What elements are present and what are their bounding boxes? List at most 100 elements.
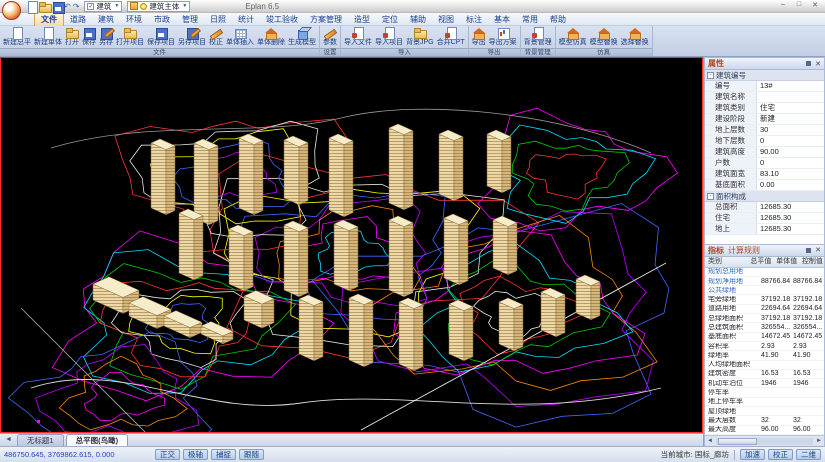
menu-tab-view[interactable]: 视图 [432, 13, 460, 26]
chevron-down-icon[interactable]: ▼ [114, 3, 119, 9]
merge-cpt-button[interactable]: 合并CPT [436, 27, 466, 46]
property-value[interactable]: 12685.30 [757, 213, 824, 223]
property-value[interactable]: 新建 [757, 114, 824, 124]
property-value[interactable]: 0 [757, 136, 824, 146]
layer-combo[interactable]: ✓ 建筑 ▼ [84, 1, 122, 12]
indicator-row[interactable]: 基底面积14672.4514672.45 [705, 333, 824, 342]
close-icon[interactable]: ✕ [815, 60, 821, 68]
property-value[interactable]: 13# [757, 81, 824, 91]
close-icon[interactable]: ✕ [815, 246, 821, 254]
new-plan-button[interactable]: 新建总平 [2, 27, 32, 46]
indicator-row[interactable]: 宅旁绿地37192.1837192.18 [705, 295, 824, 304]
indicator-row[interactable]: 停车率 [705, 388, 824, 397]
property-value[interactable] [757, 92, 824, 102]
menu-tab-sunlight[interactable]: 日照 [204, 13, 232, 26]
generate-model-button[interactable]: 生成模型 [287, 27, 317, 46]
ortho-toggle[interactable]: 正交 [155, 449, 180, 460]
redo-icon[interactable]: ↷ [73, 1, 80, 12]
2d-mode-button[interactable]: 二维 [796, 449, 821, 460]
indicator-row[interactable]: 规划总用地 [705, 268, 824, 277]
indicator-row[interactable]: 人均绿地面积 [705, 361, 824, 370]
save-icon[interactable] [51, 1, 62, 12]
follow-toggle[interactable]: 跟随 [239, 449, 264, 460]
indicator-row[interactable]: 道路用地22694.6422694.64 [705, 305, 824, 314]
layer-checkbox[interactable]: ✓ [87, 3, 94, 10]
snap-toggle[interactable]: 捕捉 [211, 449, 236, 460]
property-section[interactable]: -建筑编号 [705, 70, 824, 81]
indicator-row[interactable]: 绿地率41.9041.90 [705, 351, 824, 360]
property-value[interactable]: 0.00 [757, 180, 824, 190]
import-file-button[interactable]: 导入文件 [343, 27, 373, 46]
save-project-button[interactable]: 保存项目 [146, 27, 176, 46]
save-as-project-button[interactable]: 另存项目 [177, 27, 207, 46]
save-as-button[interactable]: 另存 [98, 27, 114, 46]
app-logo-icon[interactable] [2, 1, 21, 20]
import-project-button[interactable]: 导入项目 [374, 27, 404, 46]
undo-icon[interactable]: ↶ [64, 1, 71, 12]
close-button[interactable]: ✕ [809, 1, 821, 9]
correct-mode-button[interactable]: 校正 [768, 449, 793, 460]
property-value[interactable]: 住宅 [757, 103, 824, 113]
pin-icon[interactable] [806, 61, 811, 66]
property-value[interactable]: 30 [757, 125, 824, 135]
scroll-right-icon[interactable]: ► [814, 438, 824, 444]
model-simulate-button[interactable]: 模型仿真 [558, 27, 588, 46]
menu-tab-municipal[interactable]: 市政 [148, 13, 176, 26]
export-button[interactable]: 导出 [471, 27, 487, 46]
pin-icon[interactable] [806, 248, 811, 253]
menu-tab-file[interactable]: 文件 [34, 12, 64, 27]
collapse-icon[interactable]: - [707, 72, 714, 79]
property-section[interactable]: -面积构成 [705, 191, 824, 202]
menu-tab-help[interactable]: 帮助 [544, 13, 572, 26]
model-replace-button[interactable]: 模型替换 [589, 27, 619, 46]
horizontal-scrollbar[interactable]: ◄ ► [705, 435, 824, 446]
indicator-row[interactable]: 地上停车率 [705, 398, 824, 407]
menu-tab-statistics[interactable]: 统计 [232, 13, 260, 26]
background-manage-button[interactable]: 背景管理 [523, 27, 553, 46]
polar-toggle[interactable]: 极轴 [183, 449, 208, 460]
indicator-row[interactable]: 总建筑面积326554...326554... [705, 323, 824, 332]
scrollbar-thumb[interactable] [718, 438, 757, 445]
indicator-row[interactable]: 最大层数3232 [705, 416, 824, 425]
save-button[interactable]: 保存 [81, 27, 97, 46]
new-unit-button[interactable]: 新建单体 [33, 27, 63, 46]
open-folder-icon[interactable] [38, 1, 49, 12]
scroll-left-icon[interactable]: ◄ [705, 438, 715, 444]
tab-scroll-left-icon[interactable]: ◄ [2, 434, 15, 446]
property-value[interactable]: 12685.30 [757, 224, 824, 234]
property-value[interactable]: 83.10 [757, 169, 824, 179]
model-viewport[interactable] [0, 57, 703, 433]
menu-tab-assist[interactable]: 辅助 [404, 13, 432, 26]
indicator-row[interactable]: 总绿地面积37192.1837192.18 [705, 314, 824, 323]
style-combo[interactable]: 建筑主体 ▼ [127, 1, 190, 12]
collapse-icon[interactable]: - [707, 193, 714, 200]
menu-tab-environment[interactable]: 环境 [120, 13, 148, 26]
menu-tab-road[interactable]: 道路 [64, 13, 92, 26]
accelerate-button[interactable]: 加速 [740, 449, 765, 460]
new-doc-icon[interactable] [25, 1, 36, 12]
menu-tab-building[interactable]: 建筑 [92, 13, 120, 26]
minimize-button[interactable]: – [777, 1, 789, 9]
indicator-row[interactable]: 容积率2.932.93 [705, 342, 824, 351]
menu-tab-acceptance[interactable]: 竣工验收 [260, 13, 304, 26]
unit-insert-button[interactable]: 单体插入 [225, 27, 255, 46]
property-value[interactable]: 90.00 [757, 147, 824, 157]
menu-tab-manage[interactable]: 管理 [176, 13, 204, 26]
maximize-button[interactable]: □ [793, 1, 805, 9]
chevron-down-icon[interactable]: ▼ [182, 3, 187, 9]
export-plan-button[interactable]: 导出方案 [488, 27, 518, 46]
correct-button[interactable]: 校正 [208, 27, 224, 46]
tab-calc-rules[interactable]: 计算规则 [728, 245, 760, 256]
menu-tab-basic[interactable]: 基本 [488, 13, 516, 26]
property-value[interactable]: 12685.30 [757, 202, 824, 212]
select-replace-button[interactable]: 选择替换 [620, 27, 650, 46]
menu-tab-positioning[interactable]: 定位 [376, 13, 404, 26]
indicator-row[interactable]: 机动车泊位19461946 [705, 379, 824, 388]
parameters-button[interactable]: 参数 [322, 27, 338, 46]
unit-delete-button[interactable]: 单体删除 [256, 27, 286, 46]
open-project-button[interactable]: 打开项目 [115, 27, 145, 46]
tab-site-plan-birdview[interactable]: 总平图(鸟瞰) [66, 434, 129, 446]
menu-tab-common[interactable]: 常用 [516, 13, 544, 26]
indicator-row[interactable]: 屋顶绿地 [705, 407, 824, 416]
property-value[interactable]: 0 [757, 158, 824, 168]
